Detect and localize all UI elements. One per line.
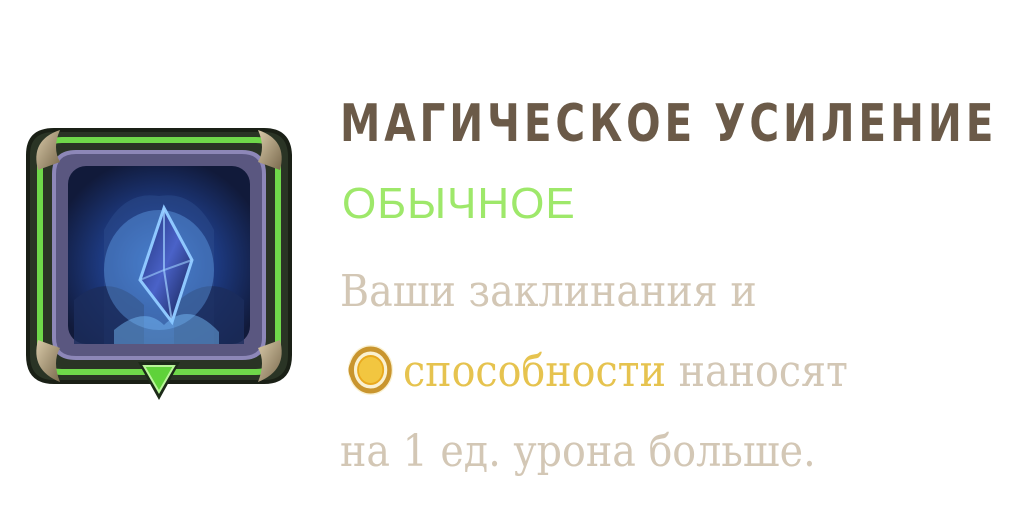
ability-ring-icon — [340, 342, 403, 398]
description-line-3: на 1 ед. урона больше. — [340, 426, 816, 477]
crystal-augment-icon — [14, 100, 304, 410]
keyword-abilities: способности — [403, 346, 666, 397]
description-line-1: Ваши заклинания и — [340, 266, 757, 317]
description-line-2: способности наносят — [340, 332, 956, 412]
augment-title: МАГИЧЕСКОЕ УСИЛЕНИЕ — [340, 94, 998, 154]
description-line-2-rest: наносят — [665, 346, 848, 397]
augment-card: МАГИЧЕСКОЕ УСИЛЕНИЕ ОБЫЧНОЕ Ваши заклина… — [0, 0, 1024, 512]
augment-description: Ваши заклинания и способности наносят на… — [340, 252, 956, 492]
rarity-label: ОБЫЧНОЕ — [342, 179, 576, 228]
